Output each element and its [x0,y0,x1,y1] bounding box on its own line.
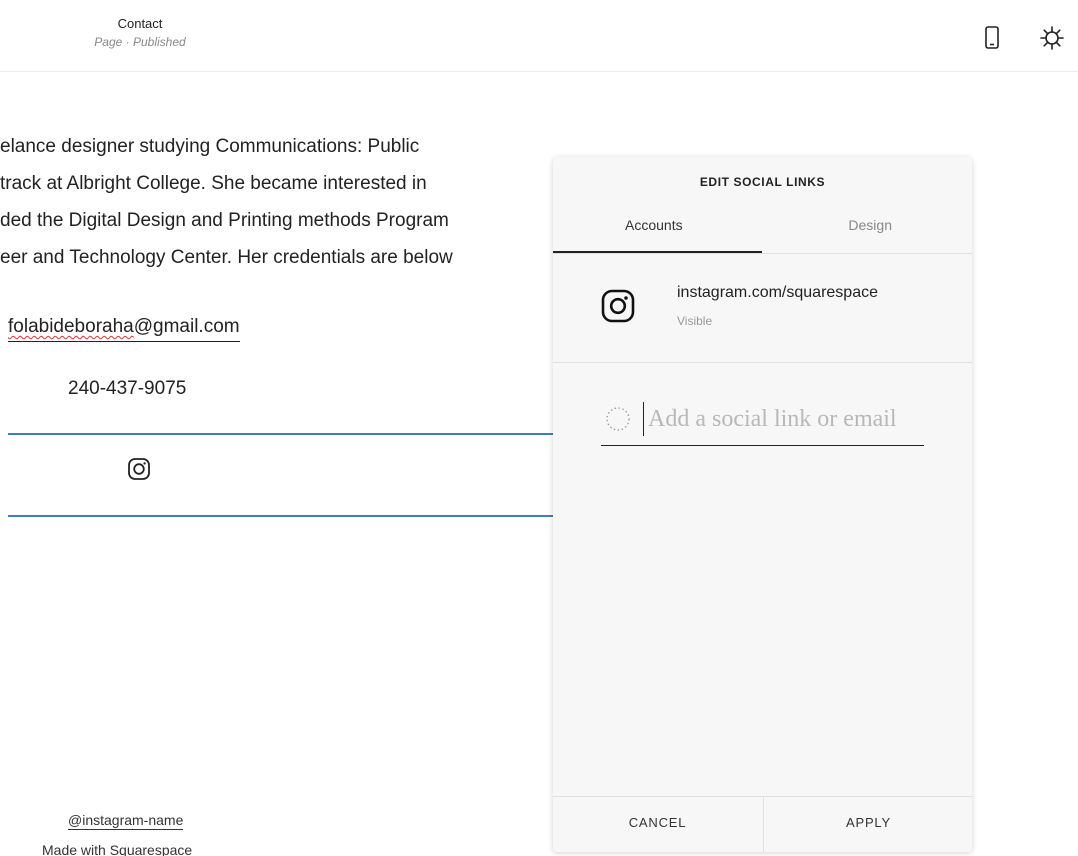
page-status: Page · Published [94,35,186,49]
bio-line: eer and Technology Center. Her credentia… [0,247,453,268]
tab-design[interactable]: Design [763,213,972,253]
edit-social-links-panel: EDIT SOCIAL LINKS Accounts Design instag… [553,157,972,852]
account-url: instagram.com/squarespace [677,284,878,301]
panel-footer: CANCEL APPLY [553,796,972,852]
bio-text: elance designer studying Communications:… [0,128,560,276]
apply-button[interactable]: APPLY [763,797,972,852]
gear-icon [1040,26,1064,50]
phone-number: 240-437-9075 [68,378,187,399]
email-link[interactable]: folabideboraha@gmail.com [8,316,240,342]
page: Contact Page · Published elance designer… [0,0,1078,856]
panel-title: EDIT SOCIAL LINKS [699,175,826,189]
account-row-instagram[interactable]: instagram.com/squarespace Visible [553,254,972,363]
bio-line: elance designer studying Communications:… [0,136,420,157]
bio-line: ded the Digital Design and Printing meth… [0,210,449,231]
page-meta: Contact Page · Published [40,16,240,50]
mobile-preview-icon [985,26,999,49]
top-bar: Contact Page · Published [0,0,1078,72]
mobile-preview-button[interactable] [978,24,1006,52]
instagram-icon [601,289,635,323]
email-user: folabideboraha [8,316,134,337]
page-title: Contact [117,16,163,31]
settings-button[interactable] [1038,24,1066,52]
cancel-button[interactable]: CANCEL [553,797,762,852]
account-visibility: Visible [677,314,713,328]
panel-tabs: Accounts Design [553,213,972,254]
instagram-icon [128,458,150,480]
placeholder-circle-icon [606,407,630,431]
add-social-link-field [601,402,926,446]
footer-instagram-link[interactable]: @instagram-name [68,812,184,830]
add-social-link-input[interactable] [643,402,926,436]
social-links-block[interactable] [8,433,553,517]
bio-line: track at Albright College. She became in… [0,173,427,194]
email-domain: @gmail.com [133,316,240,337]
tab-accounts[interactable]: Accounts [553,213,762,253]
footer-made-with: Made with Squarespace [42,842,193,856]
